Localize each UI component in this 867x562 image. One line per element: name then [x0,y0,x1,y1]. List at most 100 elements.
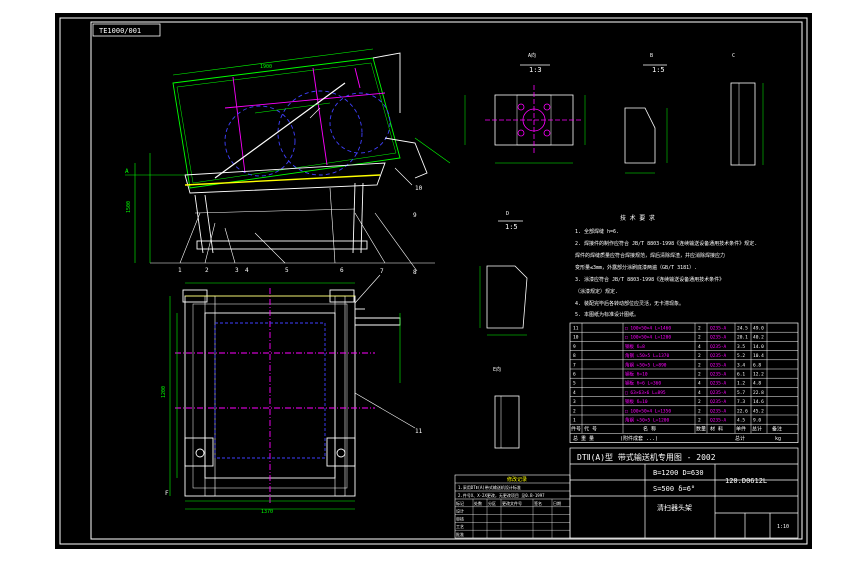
section-b: B 1:5 [624,53,668,174]
parts-table-cell: 2 [698,353,701,359]
view-label-a: A [125,168,129,175]
parts-table-total: 总计 [735,435,745,442]
parts-table-cell: 2 [698,418,701,424]
parts-table-cell: 1 [573,418,576,424]
parts-table-cell: 4 [573,390,576,396]
revision-cell: 设计 [456,508,464,514]
parts-table-cell: 角钢 ∟50×5 L=890 [625,361,667,368]
parts-table-header: 备注 [772,426,782,433]
parts-table-cell: 6 [573,372,576,378]
revision-cell: 处数 [474,500,482,506]
parts-table-cell: 20.1 [737,335,748,341]
dim-1200: 1200 [161,386,167,398]
parts-table-cell: 7 [573,362,576,368]
parts-table-cell: 钢板 δ=8 [625,343,645,350]
parts-table-cell: □ 100×50×4 L=1200 [625,335,671,341]
parts-table-cell: 12.2 [753,372,764,378]
revision-cell: 分区 [488,500,496,506]
parts-table-header: 代 号 [584,426,597,433]
parts-table-cell: Q235-A [710,335,727,341]
code-box: TE1000/001 [92,23,161,37]
parts-table-cell: 2 [698,408,701,414]
parts-table-cell: 4.5 [737,418,745,424]
section-a: A向 1:3 [464,52,586,164]
section-e: E向 [493,366,520,449]
parts-table-cell: 角钢 ∟50×5 L=1370 [625,352,670,359]
parts-table-cell: 8 [573,353,576,359]
balloon-4: 4 [245,267,249,274]
parts-table-cell: 49.0 [753,326,764,332]
note-line: 3. 涂漆应符合 JB/T 8803-1998《连续输送设备通用技术条件》 [575,276,724,283]
dim-1500: 1500 [126,201,132,213]
title-params-1: B=1200 D=630 [653,469,704,477]
note-line: 2. 焊接件的制作应符合 JB/T 8803-1998《连续输送设备通用技术条件… [575,240,757,247]
parts-table-cell: 2 [573,408,576,414]
parts-table-cell: 40.2 [753,335,764,341]
parts-table-cell: 24.5 [737,326,748,332]
parts-table-cell: 2 [698,335,701,341]
note-line: 变形量≤3mm，外露部分涂刷底漆两遍（GB/T 3181）. [575,264,697,271]
elevation-view [125,48,451,264]
section-c-mark: C [732,53,735,59]
parts-table-cell: 45.2 [753,408,764,414]
dim-1370: 1370 [261,509,273,515]
section-d: D 1:5 [479,211,528,336]
parts-table-header: 名 称 [643,426,656,433]
revision-line: 2.件号X、X-2X更改，无更改项目 见0.B-1997 [458,492,545,498]
parts-table-cell: 钢板 δ=6 L=360 [625,380,661,387]
parts-table-cell: 4 [698,390,701,396]
title-scale: 1:10 [777,524,789,530]
revision-cell: 更改文件号 [502,500,522,506]
parts-table-header: 材 料 [710,426,723,433]
parts-table-cell: 2 [698,362,701,368]
page: TE1000/001 1900 1500 1 2 3 4 5 6 8 9 10 … [0,0,867,562]
section-d-scale: 1:5 [505,223,518,231]
parts-table-cell: 6.1 [737,372,745,378]
parts-table-cell: Q235-A [710,353,727,359]
note-line: 4. 装配完毕后各转动部位应灵活，无卡滞现象。 [575,300,684,307]
parts-table-cell: 钢板 δ=10 [625,371,648,378]
parts-table-cell: 4.8 [753,381,761,387]
balloon-5: 5 [285,267,289,274]
note-line: 焊件的焊缝质量应符合焊接规范，焊后清除焊渣，并应消除焊接应力 [575,252,725,259]
notes-title: 技 术 要 求 [620,214,655,222]
revision-cell: 批准 [456,531,464,537]
plan-view [169,274,416,510]
parts-table-cell: 角钢 ∟50×5 L=1200 [625,417,670,424]
code-box-text: TE1000/001 [99,27,141,35]
parts-table-cell: □ 100×50×4 L=1460 [625,326,671,332]
section-a-scale: 1:3 [529,66,542,74]
parts-table-total: 总 重 量 [573,435,594,442]
note-line: 5. 本图纸为标准设计图纸。 [575,311,639,318]
parts-table-cell: Q235-A [710,372,727,378]
revision-cell: 工艺 [456,524,464,529]
drawing-sheet: TE1000/001 1900 1500 1 2 3 4 5 6 8 9 10 … [55,13,812,549]
revision-line: 1.采用DTⅡ(A)带式输送机设计标准 [458,484,521,490]
view-label-f: F [165,490,169,497]
parts-table-cell: Q235-A [710,344,727,350]
parts-table-cell: Q235-A [710,399,727,405]
revision-title: 修改记录 [507,476,527,483]
parts-table-cell: 22.6 [737,408,748,414]
balloon-10: 10 [415,185,423,192]
balloon-3: 3 [235,267,239,274]
parts-table-cell: 3.5 [737,344,745,350]
dim-1900: 1900 [260,64,272,70]
parts-table-cell: 2 [698,399,701,405]
section-d-mark: D [506,211,509,217]
parts-table-cell: □ 63×63×6 L=895 [625,390,666,396]
cad-drawing: TE1000/001 1900 1500 1 2 3 4 5 6 8 9 10 … [59,17,808,545]
parts-table-cell: 14.0 [753,344,764,350]
parts-table-cell: 5.2 [737,353,745,359]
parts-table-header: 件号 [571,426,581,433]
parts-table-header: 数量 [696,426,706,433]
revision-cell: 签名 [534,500,542,506]
balloon-8: 8 [413,269,417,276]
parts-table-cell: 5.7 [737,390,745,396]
section-b-scale: 1:5 [652,66,665,74]
parts-table-header: 单件 [736,426,746,433]
note-line: （涂漆规定）规定. [575,288,618,295]
parts-table-cell: 7.3 [737,399,745,405]
parts-table-cell: 4 [698,344,701,350]
parts-table-cell: 6.8 [753,362,761,368]
